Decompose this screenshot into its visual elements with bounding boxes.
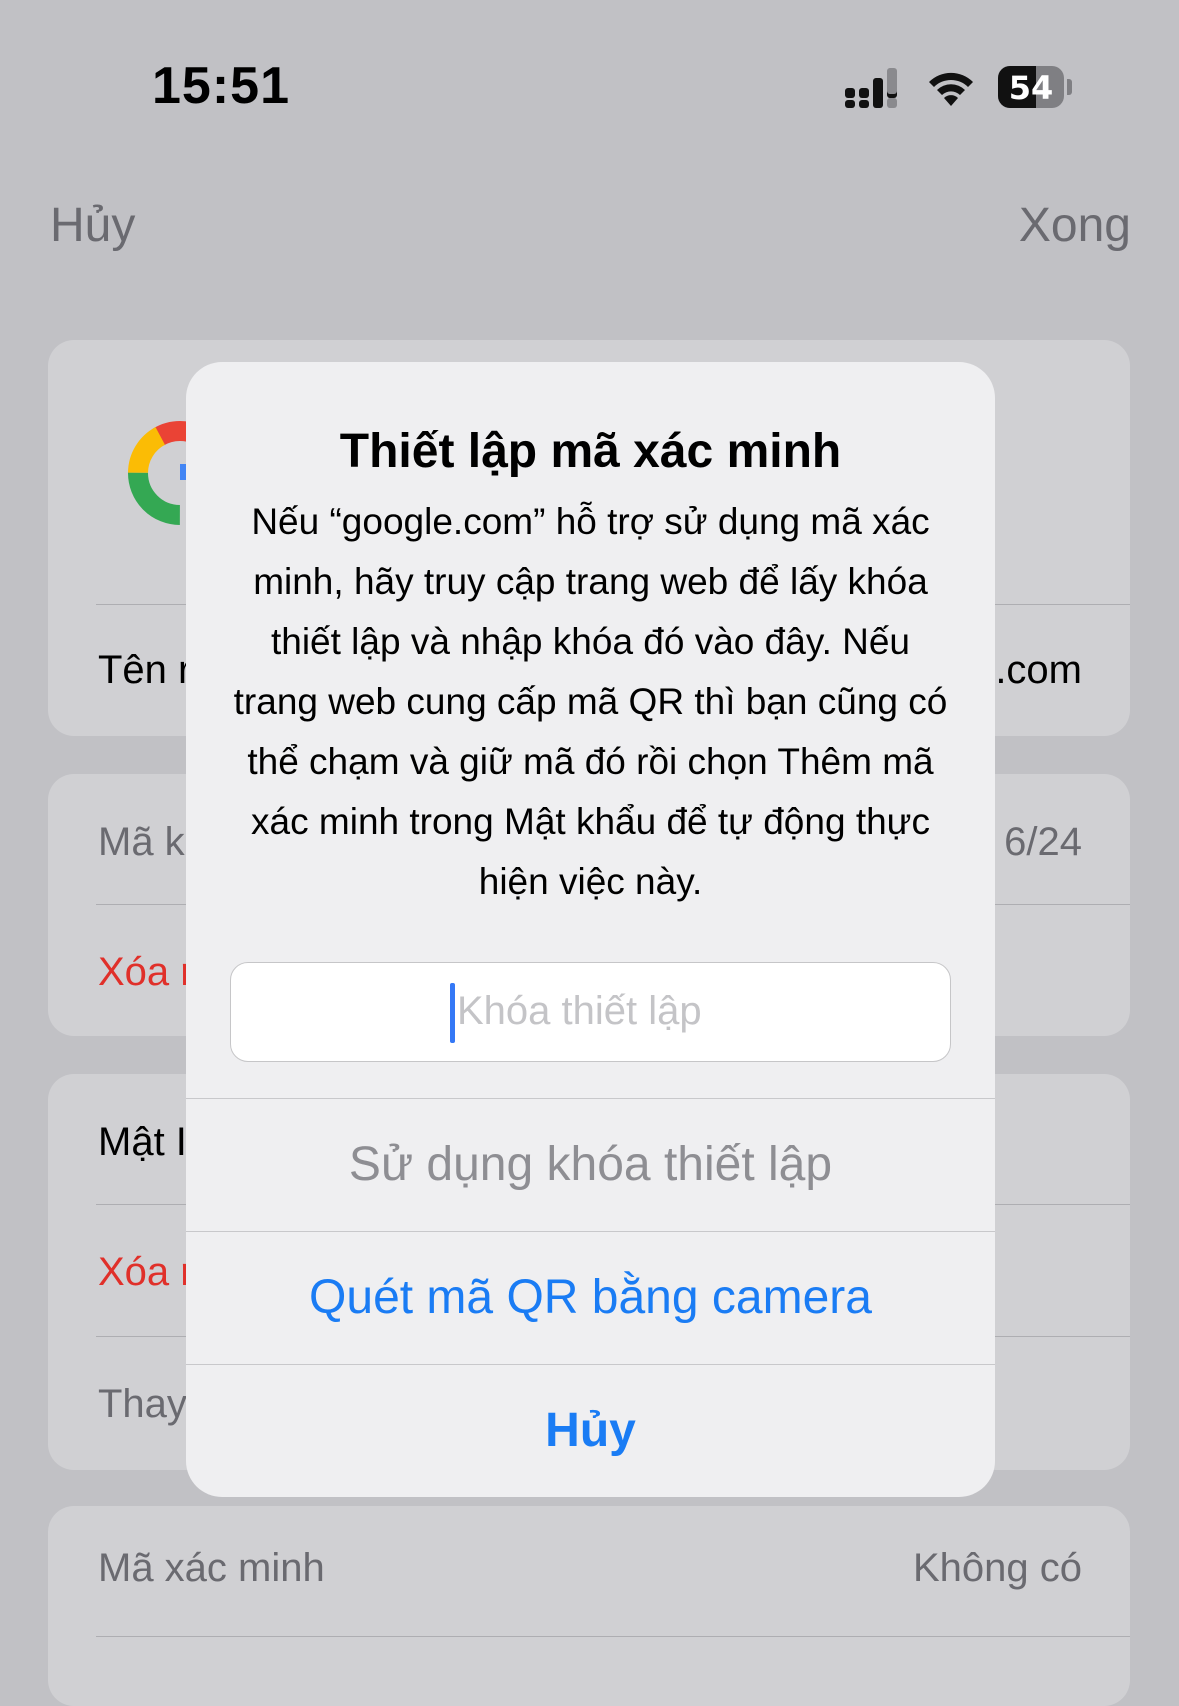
dialog-title: Thiết lập mã xác minh (339, 425, 842, 478)
setup-key-input[interactable]: Khóa thiết lập (230, 962, 951, 1062)
battery-icon: 54 (998, 66, 1072, 108)
password-label: Mật I (98, 1120, 187, 1164)
nav-done-button[interactable]: Xong (1019, 198, 1131, 253)
dialog-cancel-button[interactable]: Hủy (186, 1365, 995, 1497)
battery-level: 54 (1008, 69, 1054, 107)
dialog-message: Nếu “google.com” hỗ trợ sử dụng mã xác m… (233, 501, 948, 902)
verification-code-card: Mã xác minh Không có (48, 1506, 1130, 1706)
change-password-button[interactable]: Thay (98, 1382, 187, 1427)
status-time: 15:51 (152, 57, 290, 115)
scan-qr-camera-button[interactable]: Quét mã QR bằng camera (186, 1232, 995, 1364)
delete-password-button[interactable]: Xóa r (98, 1250, 194, 1295)
use-setup-key-button[interactable]: Sử dụng khóa thiết lập (186, 1099, 995, 1231)
text-cursor (450, 983, 455, 1043)
setup-code-dialog: Thiết lập mã xác minh Nếu “google.com” h… (186, 362, 995, 1497)
verification-code-value: Không có (912, 1546, 1082, 1590)
cellular-signal-icon (845, 68, 897, 108)
setup-key-placeholder: Khóa thiết lập (457, 989, 702, 1033)
code-label: Mã k (98, 820, 185, 864)
code-value: 6/24 (1004, 820, 1082, 864)
verification-code-label: Mã xác minh (98, 1546, 325, 1590)
site-name-label: Tên r (98, 648, 192, 692)
wifi-icon (929, 72, 973, 106)
site-name-value: .com (995, 648, 1082, 692)
delete-code-button[interactable]: Xóa r (98, 950, 194, 995)
nav-cancel-button[interactable]: Hủy (50, 198, 135, 253)
